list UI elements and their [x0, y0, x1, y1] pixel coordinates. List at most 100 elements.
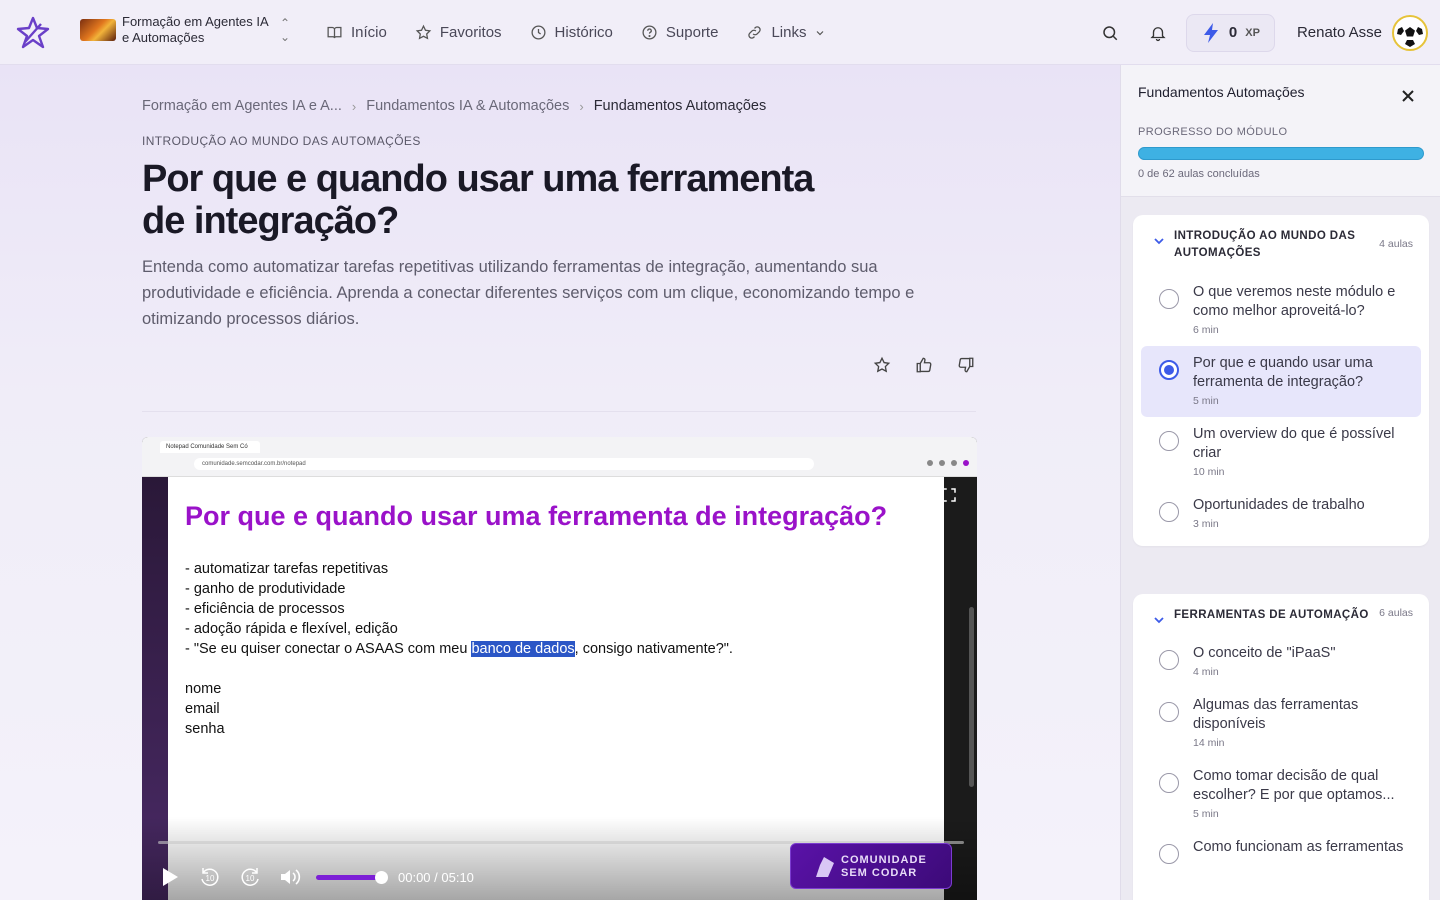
- top-navbar: Formação em Agentes IA e Automações ⌃ ⌄ I…: [0, 0, 1440, 65]
- module-kicker: INTRODUÇÃO AO MUNDO DAS AUTOMAÇÕES: [142, 134, 421, 148]
- lesson-status-radio[interactable]: [1159, 650, 1179, 670]
- lesson-item[interactable]: Oportunidades de trabalho 3 min: [1141, 488, 1421, 540]
- lesson-duration: 6 min: [1193, 324, 1219, 336]
- module-lesson-count: 6 aulas: [1379, 607, 1413, 619]
- slide-highlight: banco de dados: [471, 641, 575, 657]
- nav-inicio[interactable]: Início: [326, 24, 387, 41]
- settings-button[interactable]: [893, 481, 921, 509]
- lesson-item[interactable]: O conceito de "iPaaS" 4 min: [1141, 636, 1421, 688]
- watermark-line: SEM CODAR: [841, 867, 918, 879]
- lesson-status-radio[interactable]: [1159, 702, 1179, 722]
- page-title: Por que e quando usar uma ferramenta de …: [142, 158, 814, 242]
- volume-slider[interactable]: [316, 870, 388, 884]
- help-circle-icon: [642, 25, 657, 40]
- soccer-ball-icon: [1395, 17, 1425, 48]
- lesson-status-radio[interactable]: [1159, 502, 1179, 522]
- chevron-down-icon: [1154, 238, 1164, 245]
- close-sidebar-button[interactable]: [1397, 85, 1419, 107]
- favorite-button[interactable]: [870, 353, 894, 377]
- nav-favoritos[interactable]: Favoritos: [415, 24, 502, 41]
- nav-label: Favoritos: [439, 24, 502, 41]
- module-lesson-count: 4 aulas: [1379, 238, 1413, 250]
- captions-icon: [856, 488, 874, 501]
- user-name[interactable]: Renato Asse: [1297, 24, 1382, 41]
- lesson-status-radio[interactable]: [1159, 773, 1179, 793]
- lesson-status-radio[interactable]: [1159, 431, 1179, 451]
- lesson-duration: 3 min: [1193, 518, 1219, 530]
- video-browser-chrome: Notepad Comunidade Sem Có comunidade.sem…: [142, 437, 977, 477]
- breadcrumb-current: Fundamentos Automações: [593, 98, 767, 114]
- volume-button[interactable]: [276, 863, 304, 891]
- lesson-item[interactable]: Como funcionam as ferramentas: [1141, 830, 1421, 870]
- search-button[interactable]: [1094, 17, 1126, 49]
- slide-line: - ganho de produtividade: [185, 581, 346, 597]
- nav-historico[interactable]: Histórico: [530, 24, 613, 41]
- video-scrollbar-thumb: [969, 607, 974, 787]
- browser-extension-icons: [927, 460, 969, 466]
- browser-url: comunidade.semcodar.com.br/notepad: [194, 458, 814, 470]
- avatar[interactable]: [1392, 14, 1428, 51]
- app-logo-icon[interactable]: [16, 16, 50, 50]
- lesson-duration: 5 min: [1193, 395, 1219, 407]
- slide-word: email: [185, 701, 220, 717]
- lesson-duration: 14 min: [1193, 737, 1225, 749]
- close-icon: [1402, 90, 1414, 102]
- video-controls-right: [851, 481, 963, 509]
- lesson-item-active[interactable]: Por que e quando usar uma ferramenta de …: [1141, 346, 1421, 417]
- lesson-actions: [870, 353, 978, 377]
- notifications-button[interactable]: [1142, 17, 1174, 49]
- module-title: INTRODUÇÃO AO MUNDO DAS AUTOMAÇÕES: [1174, 230, 1356, 259]
- dislike-button[interactable]: [954, 353, 978, 377]
- fullscreen-button[interactable]: [935, 481, 963, 509]
- chevron-right-icon: ›: [579, 98, 584, 114]
- lesson-item[interactable]: Como tomar decisão de qual escolher? E p…: [1141, 759, 1421, 830]
- breadcrumb-item[interactable]: Fundamentos IA & Automações: [366, 98, 569, 114]
- nav-links[interactable]: Links: [746, 24, 826, 41]
- breadcrumb: Formação em Agentes IA e A... › Fundamen…: [142, 98, 766, 114]
- video-time: 00:00 / 05:10: [398, 869, 474, 885]
- slide-title: Por que e quando usar uma ferramenta de …: [185, 501, 888, 531]
- lesson-item[interactable]: Um overview do que é possível criar 10 m…: [1141, 417, 1421, 488]
- lesson-name: Por que e quando usar uma ferramenta de …: [1193, 355, 1373, 390]
- forward-10-button[interactable]: 10: [236, 863, 264, 891]
- lesson-status-radio[interactable]: [1159, 289, 1179, 309]
- lesson-duration: 5 min: [1193, 808, 1219, 820]
- course-switcher[interactable]: Formação em Agentes IA e Automações ⌃ ⌄: [80, 14, 290, 46]
- lesson-description: Entenda como automatizar tarefas repetit…: [142, 258, 915, 328]
- video-controls-left: 10 10 00:00 / 05:10: [156, 861, 474, 893]
- module-header[interactable]: FERRAMENTAS DE AUTOMAÇÃO 6 aulas: [1133, 594, 1429, 636]
- lesson-item[interactable]: Algumas das ferramentas disponíveis 14 m…: [1141, 688, 1421, 759]
- lesson-name: Como funcionam as ferramentas: [1193, 839, 1404, 855]
- slide-field-list: nome email senha: [185, 679, 225, 739]
- slide-bullets: - automatizar tarefas repetitivas - ganh…: [185, 559, 733, 659]
- lesson-status-radio[interactable]: [1159, 844, 1179, 864]
- nav-suporte[interactable]: Suporte: [641, 24, 718, 41]
- chevron-right-icon: ›: [351, 98, 357, 114]
- captions-button[interactable]: [851, 481, 879, 509]
- svg-text:10: 10: [206, 874, 215, 883]
- xp-unit: XP: [1245, 26, 1260, 39]
- xp-badge[interactable]: 0 XP: [1185, 13, 1275, 52]
- module-header[interactable]: INTRODUÇÃO AO MUNDO DAS AUTOMAÇÕES 4 aul…: [1133, 215, 1429, 275]
- main-nav: Início Favoritos Histórico Suporte Links: [326, 0, 826, 65]
- sidebar-header: Fundamentos Automações PROGRESSO DO MÓDU…: [1121, 65, 1440, 197]
- module-title: FERRAMENTAS DE AUTOMAÇÃO: [1174, 609, 1369, 621]
- lesson-name: Oportunidades de trabalho: [1193, 497, 1365, 513]
- bell-icon: [1150, 26, 1166, 41]
- like-button[interactable]: [912, 353, 936, 377]
- lightning-icon: [1203, 22, 1218, 43]
- video-player[interactable]: Notepad Comunidade Sem Có comunidade.sem…: [142, 437, 977, 900]
- volume-slider-knob[interactable]: [375, 870, 388, 884]
- book-icon: [327, 26, 342, 39]
- play-icon: [163, 868, 178, 886]
- lesson-name: Algumas das ferramentas disponíveis: [1193, 697, 1359, 732]
- lesson-status-radio[interactable]: [1159, 360, 1179, 380]
- breadcrumb-item[interactable]: Formação em Agentes IA e A...: [142, 98, 342, 114]
- lesson-item[interactable]: O que veremos neste módulo e como melhor…: [1141, 275, 1421, 346]
- nav-label: Histórico: [554, 24, 613, 41]
- lesson-duration: 10 min: [1193, 466, 1225, 478]
- rewind-10-button[interactable]: 10: [196, 863, 224, 891]
- play-button[interactable]: [156, 863, 184, 891]
- lesson-name: Como tomar decisão de qual escolher? E p…: [1193, 768, 1395, 803]
- course-thumbnail: [80, 19, 116, 41]
